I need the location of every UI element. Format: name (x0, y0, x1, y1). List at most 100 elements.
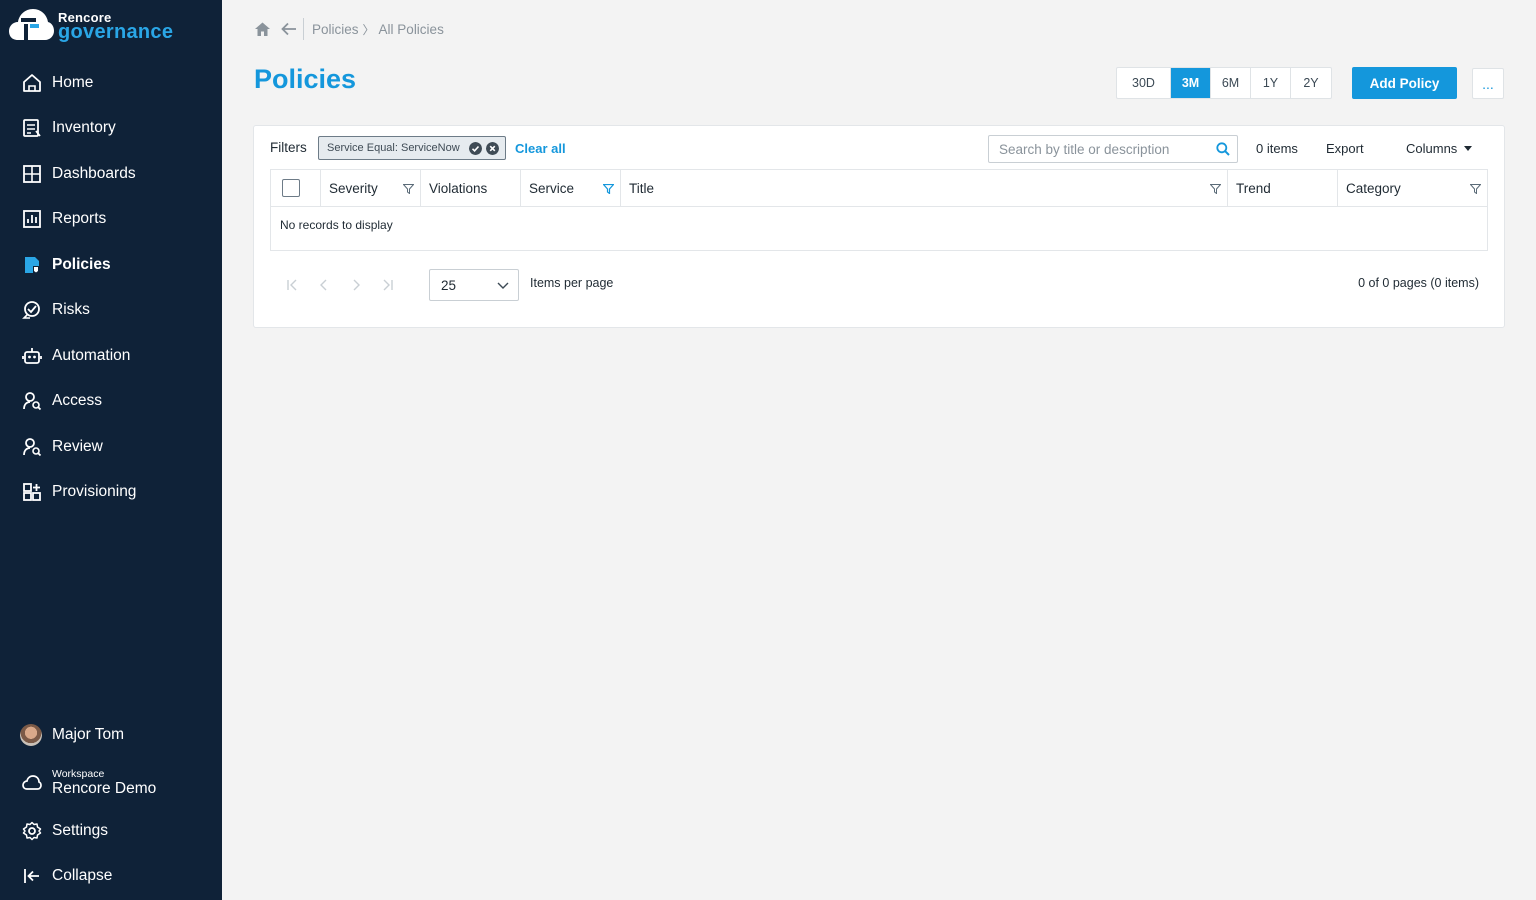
add-policy-button[interactable]: Add Policy (1352, 67, 1457, 99)
nav-item-policies[interactable]: Policies (0, 242, 222, 288)
nav-item-collapse[interactable]: Collapse (0, 854, 222, 900)
breadcrumb-current: All Policies (378, 21, 444, 37)
column-severity[interactable]: Severity (321, 170, 421, 206)
edit-check-icon[interactable] (469, 142, 482, 155)
range-3m-button[interactable]: 3M (1171, 68, 1211, 98)
filter-icon[interactable] (1210, 184, 1221, 194)
select-all-checkbox[interactable] (282, 179, 300, 197)
access-icon (23, 392, 42, 411)
range-2y-button[interactable]: 2Y (1291, 68, 1331, 98)
column-violations[interactable]: Violations (421, 170, 521, 206)
inventory-icon (23, 119, 41, 138)
policies-grid-card: Filters Service Equal: ServiceNow Clear … (253, 125, 1505, 328)
range-6m-button[interactable]: 6M (1211, 68, 1251, 98)
avatar (20, 724, 42, 746)
automation-icon (22, 347, 42, 364)
nav-label: Review (52, 437, 103, 455)
nav-label: Risks (52, 301, 90, 319)
nav-item-access[interactable]: Access (0, 379, 222, 425)
reports-icon (23, 210, 41, 229)
review-icon (23, 437, 42, 456)
column-trend[interactable]: Trend (1228, 170, 1338, 206)
nav-item-inventory[interactable]: Inventory (0, 106, 222, 152)
next-page-icon[interactable] (348, 277, 364, 293)
nav-item-home[interactable]: Home (0, 60, 222, 106)
nav-item-automation[interactable]: Automation (0, 333, 222, 379)
range-30d-button[interactable]: 30D (1117, 68, 1171, 98)
main-nav: Home Inventory Dashboards Reports Polici… (0, 60, 222, 515)
dashboards-icon (23, 164, 41, 183)
chevron-down-icon (497, 282, 509, 289)
column-service[interactable]: Service (521, 170, 621, 206)
chevron-right-icon: 〉 (362, 22, 375, 37)
clear-all-filters-link[interactable]: Clear all (515, 141, 566, 156)
nav-label: Policies (52, 255, 111, 273)
filter-icon[interactable] (403, 184, 414, 194)
column-label: Violations (429, 180, 488, 196)
page-size-select[interactable]: 25 (429, 269, 519, 301)
gear-icon (22, 821, 42, 840)
nav-label: Dashboards (52, 164, 136, 182)
nav-item-reports[interactable]: Reports (0, 197, 222, 243)
filter-chip-service[interactable]: Service Equal: ServiceNow (318, 136, 506, 160)
more-actions-button[interactable]: ... (1472, 68, 1504, 99)
column-label: Service (529, 180, 575, 196)
breadcrumb-parent[interactable]: Policies (312, 22, 359, 37)
nav-label: Inventory (52, 119, 116, 137)
page-size-value: 25 (441, 277, 457, 293)
breadcrumb: Policies 〉 All Policies (254, 18, 444, 40)
breadcrumb-divider (303, 18, 304, 40)
search-input[interactable] (989, 136, 1209, 162)
nav-item-provisioning[interactable]: Provisioning (0, 470, 222, 516)
range-1y-button[interactable]: 1Y (1251, 68, 1291, 98)
select-all-column (271, 170, 321, 206)
home-icon (23, 73, 41, 92)
cloud-icon (22, 775, 42, 790)
item-count: 0 items (1256, 141, 1298, 156)
filter-icon[interactable] (1470, 184, 1481, 194)
columns-dropdown[interactable]: Columns (1406, 141, 1473, 156)
column-title[interactable]: Title (621, 170, 1228, 206)
nav-label: Home (52, 73, 94, 91)
filter-chip-label: Service Equal: ServiceNow (327, 142, 460, 154)
collapse-icon (24, 869, 39, 884)
filter-active-icon[interactable] (603, 184, 614, 194)
nav-item-settings[interactable]: Settings (0, 808, 222, 854)
home-icon[interactable] (254, 21, 271, 37)
nav-item-dashboards[interactable]: Dashboards (0, 151, 222, 197)
page-size-label: Items per page (530, 276, 614, 290)
workspace-switcher[interactable]: Workspace Rencore Demo (0, 758, 222, 808)
nav-label: Provisioning (52, 483, 137, 501)
risks-icon (22, 301, 40, 320)
nav-label: Automation (52, 346, 131, 364)
previous-page-icon[interactable] (316, 277, 332, 293)
workspace-caption: Workspace (52, 768, 105, 780)
rencore-governance-logo[interactable]: Rencore governance (8, 6, 208, 44)
nav-item-risks[interactable]: Risks (0, 288, 222, 334)
page-info: 0 of 0 pages (0 items) (1358, 276, 1479, 290)
column-label: Trend (1236, 180, 1271, 196)
column-category[interactable]: Category (1338, 170, 1487, 206)
remove-filter-icon[interactable] (486, 142, 499, 155)
policies-table: Severity Violations Service Title Trend (270, 169, 1488, 251)
user-profile[interactable]: Major Tom (0, 712, 222, 758)
brand-product: governance (58, 21, 174, 43)
back-arrow-icon[interactable] (281, 22, 297, 36)
user-name: Major Tom (52, 726, 125, 743)
nav-label: Reports (52, 210, 107, 228)
first-page-icon[interactable] (284, 277, 300, 293)
sidebar-footer: Major Tom Workspace Rencore Demo Setting… (0, 712, 222, 899)
policies-icon (25, 256, 39, 273)
export-button[interactable]: Export (1326, 141, 1364, 156)
empty-table-message: No records to display (280, 218, 393, 232)
cloud-logo-icon (9, 9, 54, 40)
nav-item-review[interactable]: Review (0, 424, 222, 470)
columns-label: Columns (1406, 141, 1458, 156)
nav-label: Settings (52, 821, 109, 839)
workspace-name: Rencore Demo (52, 780, 157, 797)
provisioning-icon (23, 483, 41, 502)
last-page-icon[interactable] (380, 277, 396, 293)
caret-down-icon (1464, 146, 1473, 151)
nav-label: Access (52, 392, 102, 410)
search-icon[interactable] (1216, 142, 1230, 156)
